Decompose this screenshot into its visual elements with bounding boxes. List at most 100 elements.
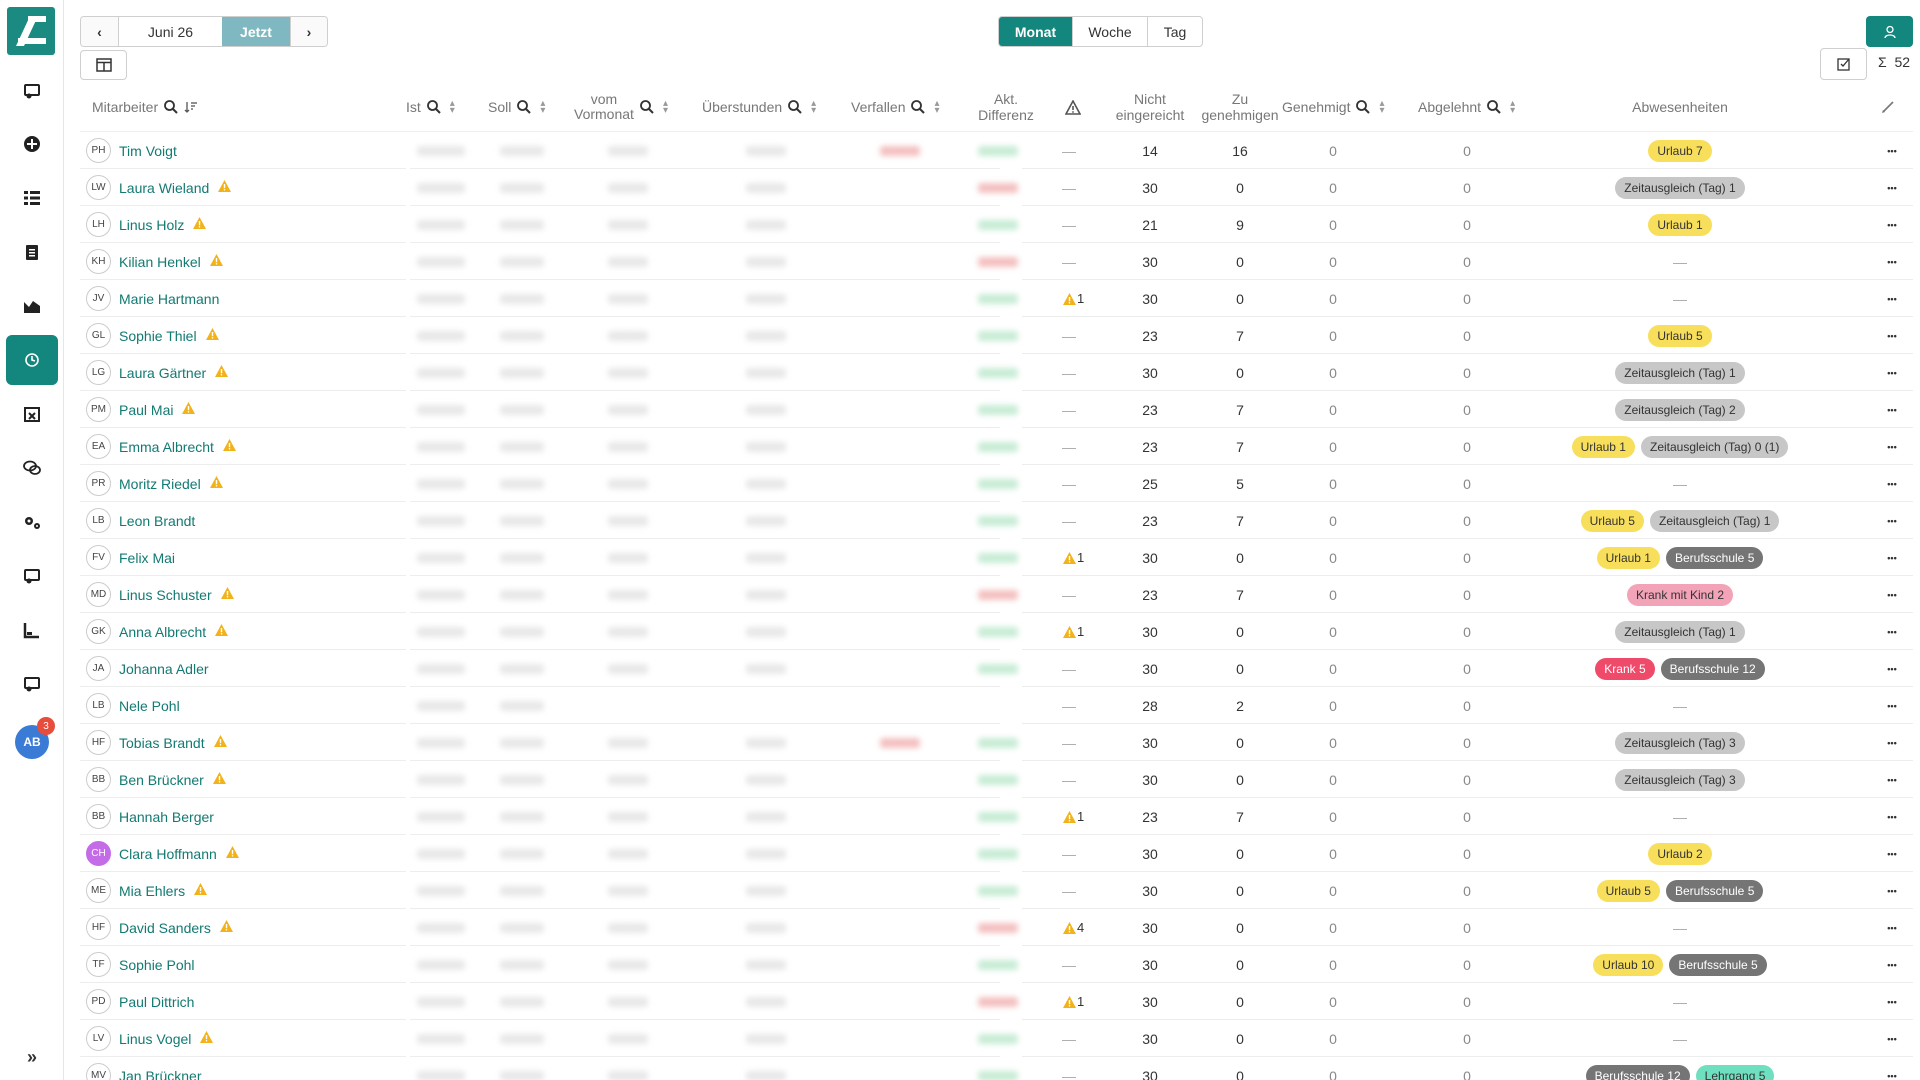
table-row[interactable]: LB Nele Pohl — 28 2 0 0 — ••• xyxy=(80,687,1913,724)
employee-name-link[interactable]: Linus Holz xyxy=(119,217,184,233)
terminal-icon[interactable] xyxy=(6,551,58,601)
more-actions-icon[interactable]: ••• xyxy=(1876,243,1908,280)
absence-badge[interactable]: Zeitausgleich (Tag) 3 xyxy=(1615,768,1745,791)
header-abgelehnt[interactable]: Abgelehnt ▴ ▾ xyxy=(1418,84,1548,130)
header-ueberstunden[interactable]: Überstunden ▴ ▾ xyxy=(702,84,842,130)
employee-name-link[interactable]: Linus Vogel xyxy=(119,1031,191,1047)
header-soll[interactable]: Soll ▴ ▾ xyxy=(488,84,568,130)
absence-badge[interactable]: Urlaub 1 xyxy=(1571,435,1635,458)
table-row[interactable]: MD Linus Schuster — 23 7 0 0 Krank mit Kind 2 ••… xyxy=(80,576,1913,613)
table-row[interactable]: GL Sophie Thiel — 23 7 0 0 Urlaub 5 ••• xyxy=(80,317,1913,354)
absence-badge[interactable]: Urlaub 1 xyxy=(1648,213,1712,236)
more-actions-icon[interactable]: ••• xyxy=(1876,872,1908,909)
employee-name-link[interactable]: Ben Brückner xyxy=(119,772,204,788)
user-button[interactable] xyxy=(1866,16,1913,47)
header-ist[interactable]: Ist ▴ ▾ xyxy=(406,84,476,130)
more-actions-icon[interactable]: ••• xyxy=(1876,1057,1908,1080)
table-row[interactable]: LG Laura Gärtner — 30 0 0 0 Zeitausgleich (Tag)… xyxy=(80,354,1913,391)
header-vormonat[interactable]: vom Vormonat ▴ ▾ xyxy=(574,84,684,130)
employee-name-link[interactable]: Kilian Henkel xyxy=(119,254,201,270)
sort-icon[interactable]: ▴ ▾ xyxy=(663,99,668,116)
employee-name-link[interactable]: Jan Brückner xyxy=(119,1068,201,1080)
more-actions-icon[interactable]: ••• xyxy=(1876,280,1908,317)
header-genehmigt[interactable]: Genehmigt ▴ ▾ xyxy=(1282,84,1412,130)
more-actions-icon[interactable]: ••• xyxy=(1876,687,1908,724)
more-actions-icon[interactable]: ••• xyxy=(1876,576,1908,613)
absence-badge[interactable]: Zeitausgleich (Tag) 3 xyxy=(1615,731,1745,754)
app-logo[interactable] xyxy=(7,7,55,55)
sort-icon[interactable]: ▴ ▾ xyxy=(450,99,455,116)
employee-name-link[interactable]: Laura Wieland xyxy=(119,180,209,196)
view-day-button[interactable]: Tag xyxy=(1147,17,1202,46)
employee-name-link[interactable]: Hannah Berger xyxy=(119,809,214,825)
more-actions-icon[interactable]: ••• xyxy=(1876,169,1908,206)
more-actions-icon[interactable]: ••• xyxy=(1876,983,1908,1020)
export-button[interactable] xyxy=(1820,48,1867,80)
more-actions-icon[interactable]: ••• xyxy=(1876,946,1908,983)
table-row[interactable]: PR Moritz Riedel — 25 5 0 0 — ••• xyxy=(80,465,1913,502)
more-actions-icon[interactable]: ••• xyxy=(1876,354,1908,391)
table-row[interactable]: BB Hannah Berger 1 23 7 0 0 — ••• xyxy=(80,798,1913,835)
absence-badge[interactable]: Berufsschule 12 xyxy=(1660,657,1765,680)
employee-name-link[interactable]: Laura Gärtner xyxy=(119,365,206,381)
table-row[interactable]: PD Paul Dittrich 1 30 0 0 0 — ••• xyxy=(80,983,1913,1020)
employee-name-link[interactable]: Tobias Brandt xyxy=(119,735,205,751)
sort-icon[interactable]: ▴ ▾ xyxy=(1510,99,1515,116)
absence-badge[interactable]: Berufsschule 5 xyxy=(1669,953,1767,976)
table-row[interactable]: ME Mia Ehlers — 30 0 0 0 Urlaub 5 Berufsschule 5… xyxy=(80,872,1913,909)
employee-name-link[interactable]: Moritz Riedel xyxy=(119,476,201,492)
more-actions-icon[interactable]: ••• xyxy=(1876,132,1908,169)
chat-icon[interactable] xyxy=(6,443,58,493)
settings-icon[interactable] xyxy=(6,497,58,547)
table-row[interactable]: PM Paul Mai — 23 7 0 0 Zeitausgleich (Tag) 2 ••• xyxy=(80,391,1913,428)
time-tracking-icon[interactable] xyxy=(6,335,58,385)
absence-badge[interactable]: Berufsschule 5 xyxy=(1665,879,1764,902)
more-actions-icon[interactable]: ••• xyxy=(1876,650,1908,687)
column-toggle-button[interactable] xyxy=(80,50,127,80)
absence-badge[interactable]: Zeitausgleich (Tag) 0 (1) xyxy=(1640,435,1789,458)
table-row[interactable]: JA Johanna Adler — 30 0 0 0 Krank 5 Berufsschule… xyxy=(80,650,1913,687)
absence-badge[interactable]: Urlaub 2 xyxy=(1648,842,1712,865)
employee-name-link[interactable]: Paul Dittrich xyxy=(119,994,194,1010)
more-actions-icon[interactable]: ••• xyxy=(1876,724,1908,761)
employee-name-link[interactable]: Emma Albrecht xyxy=(119,439,214,455)
employee-name-link[interactable]: Leon Brandt xyxy=(119,513,195,529)
absence-badge[interactable]: Zeitausgleich (Tag) 1 xyxy=(1615,361,1745,384)
table-row[interactable]: HF David Sanders 4 30 0 0 0 — ••• xyxy=(80,909,1913,946)
table-row[interactable]: LV Linus Vogel — 30 0 0 0 — ••• xyxy=(80,1020,1913,1057)
absence-badge[interactable]: Lehrgang 5 xyxy=(1695,1064,1775,1080)
today-button[interactable]: Jetzt xyxy=(222,17,290,46)
more-actions-icon[interactable]: ••• xyxy=(1876,539,1908,576)
previous-month-button[interactable]: ‹ xyxy=(81,17,118,46)
more-actions-icon[interactable]: ••• xyxy=(1876,1020,1908,1057)
employee-name-link[interactable]: Paul Mai xyxy=(119,402,173,418)
table-row[interactable]: EA Emma Albrecht — 23 7 0 0 Urlaub 1 Zeitausglei… xyxy=(80,428,1913,465)
table-row[interactable]: TF Sophie Pohl — 30 0 0 0 Urlaub 10 Berufsschule… xyxy=(80,946,1913,983)
view-month-button[interactable]: Monat xyxy=(999,17,1072,46)
absence-badge[interactable]: Berufsschule 5 xyxy=(1665,546,1764,569)
absence-badge[interactable]: Urlaub 10 xyxy=(1593,953,1664,976)
more-actions-icon[interactable]: ••• xyxy=(1876,317,1908,354)
table-row[interactable]: FV Felix Mai 1 30 0 0 0 Urlaub 1 Berufsschule 5 •… xyxy=(80,539,1913,576)
more-actions-icon[interactable]: ••• xyxy=(1876,798,1908,835)
more-actions-icon[interactable]: ••• xyxy=(1876,206,1908,243)
table-row[interactable]: KH Kilian Henkel — 30 0 0 0 — ••• xyxy=(80,243,1913,280)
table-row[interactable]: CH Clara Hoffmann — 30 0 0 0 Urlaub 2 ••• xyxy=(80,835,1913,872)
table-row[interactable]: MV Jan Brückner — 30 0 0 0 Berufsschule 12 Lehrg… xyxy=(80,1057,1913,1080)
absence-badge[interactable]: Zeitausgleich (Tag) 1 xyxy=(1615,176,1745,199)
sort-icon[interactable]: ▴ ▾ xyxy=(934,99,939,116)
chart-icon[interactable] xyxy=(6,281,58,331)
calendar-icon[interactable] xyxy=(6,389,58,439)
table-row[interactable]: JV Marie Hartmann 1 30 0 0 0 — ••• xyxy=(80,280,1913,317)
absence-badge[interactable]: Urlaub 5 xyxy=(1648,324,1712,347)
next-month-button[interactable]: › xyxy=(290,17,327,46)
more-actions-icon[interactable]: ••• xyxy=(1876,761,1908,798)
more-actions-icon[interactable]: ••• xyxy=(1876,909,1908,946)
sidebar-terminal-icon[interactable] xyxy=(6,66,58,116)
employee-name-link[interactable]: Marie Hartmann xyxy=(119,291,219,307)
employee-name-link[interactable]: Felix Mai xyxy=(119,550,175,566)
header-verfallen[interactable]: Verfallen ▴ ▾ xyxy=(851,84,961,130)
absence-badge[interactable]: Berufsschule 12 xyxy=(1585,1064,1690,1080)
clipboard-icon[interactable] xyxy=(6,227,58,277)
more-actions-icon[interactable]: ••• xyxy=(1876,391,1908,428)
